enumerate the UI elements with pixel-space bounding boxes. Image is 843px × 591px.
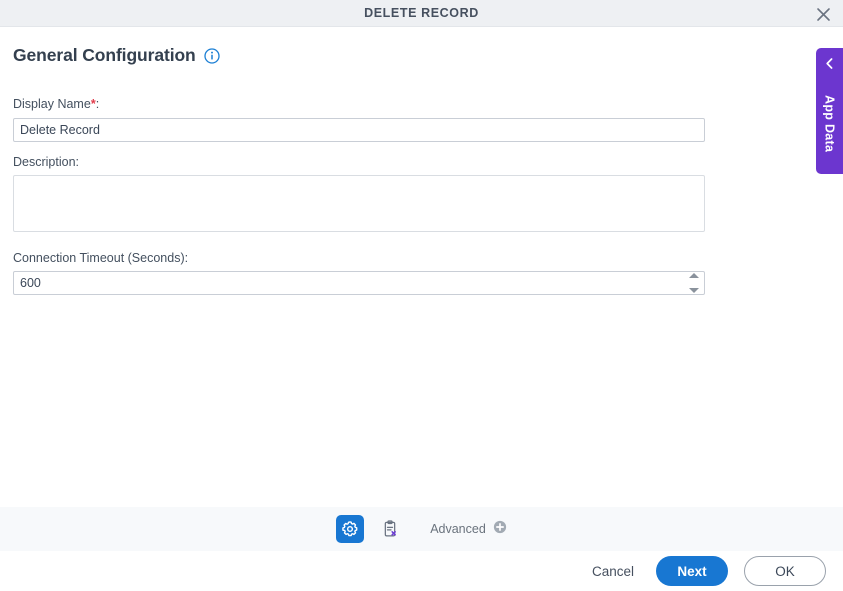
display-name-label-text: Display Name xyxy=(13,97,91,111)
dialog-title: DELETE RECORD xyxy=(0,0,843,27)
connection-timeout-input[interactable] xyxy=(13,271,705,295)
connection-timeout-field xyxy=(13,271,705,295)
connection-timeout-stepper[interactable] xyxy=(688,273,699,293)
stepper-up-icon[interactable] xyxy=(689,273,699,278)
display-name-label: Display Name*: xyxy=(13,97,99,111)
dialog-title-bar: DELETE RECORD xyxy=(0,0,843,27)
plus-circle-icon[interactable] xyxy=(493,520,507,539)
advanced-toggle[interactable]: Advanced xyxy=(430,520,507,539)
bottom-toolbar: Advanced xyxy=(0,507,843,551)
info-circle-icon[interactable] xyxy=(204,48,220,64)
description-label: Description: xyxy=(13,155,79,169)
chevron-left-icon xyxy=(816,54,843,72)
close-icon[interactable] xyxy=(811,2,835,26)
advanced-label: Advanced xyxy=(430,522,486,536)
ok-button[interactable]: OK xyxy=(744,556,826,586)
next-button[interactable]: Next xyxy=(656,556,728,586)
section-header: General Configuration xyxy=(13,45,220,66)
app-data-tab[interactable]: App Data xyxy=(816,48,843,174)
dialog-body: General Configuration Display Name*: Des… xyxy=(0,27,843,507)
stepper-down-icon[interactable] xyxy=(689,288,699,293)
page-title: General Configuration xyxy=(13,45,196,66)
display-name-label-colon: : xyxy=(96,97,99,111)
clipboard-x-icon[interactable] xyxy=(376,515,404,543)
description-textarea[interactable] xyxy=(13,175,705,232)
gear-icon[interactable] xyxy=(336,515,364,543)
display-name-input[interactable] xyxy=(13,118,705,142)
connection-timeout-label: Connection Timeout (Seconds): xyxy=(13,251,188,265)
cancel-button[interactable]: Cancel xyxy=(586,560,640,583)
dialog-footer: Cancel Next OK xyxy=(0,551,843,591)
app-data-tab-label: App Data xyxy=(816,76,843,172)
